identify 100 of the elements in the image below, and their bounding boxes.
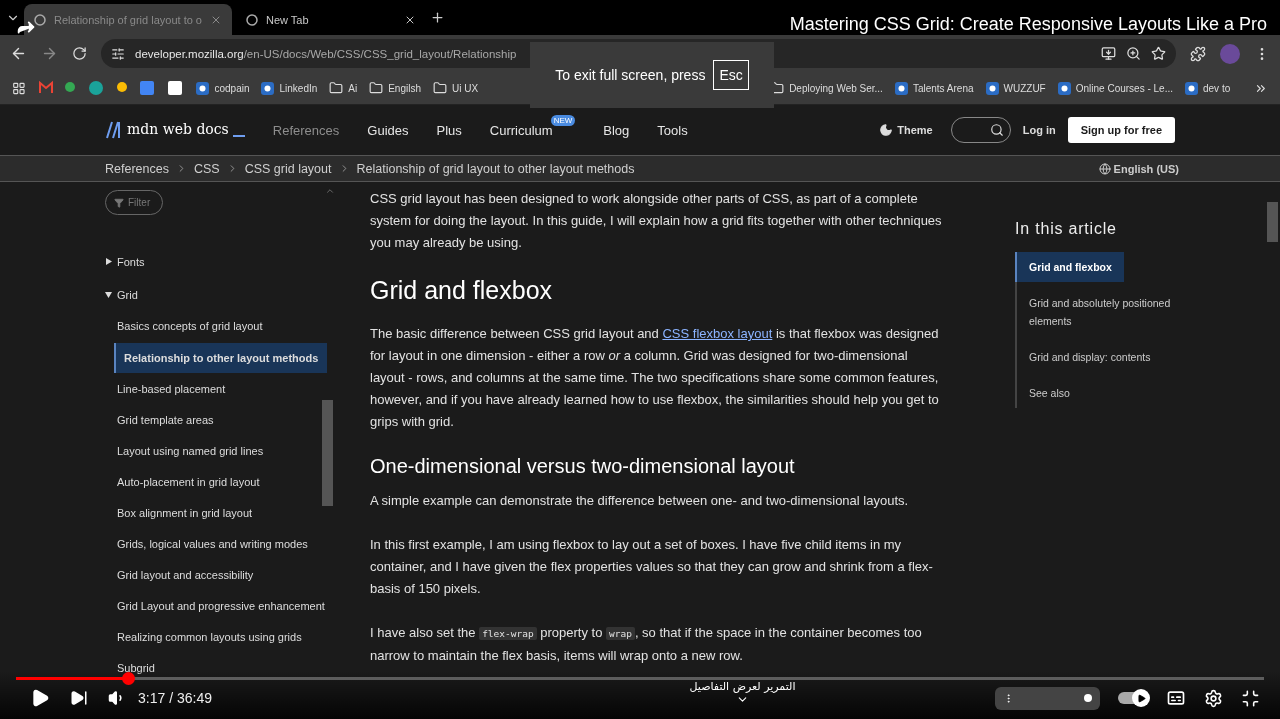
- tab-favicon-icon: [34, 13, 46, 26]
- language-pill[interactable]: [995, 686, 1100, 710]
- nav-link[interactable]: Plus: [436, 122, 462, 138]
- new-tab-icon[interactable]: [430, 10, 445, 25]
- sidebar-scrollbar[interactable]: [322, 400, 333, 506]
- sidebar-item[interactable]: Grid layout and accessibility: [117, 560, 254, 591]
- sidebar-item[interactable]: Basics concepts of grid layout: [117, 311, 263, 342]
- bookmark[interactable]: Engilsh: [369, 81, 421, 95]
- star-icon[interactable]: [1151, 46, 1166, 61]
- page-scrollbar[interactable]: [1267, 202, 1278, 242]
- nav-link[interactable]: Blog: [603, 122, 630, 138]
- cursor-mark-icon: [232, 135, 245, 137]
- nav-link[interactable]: Guides: [367, 122, 409, 138]
- subsection-heading: One-dimensional versus two-dimensional layout: [370, 455, 796, 478]
- bookmark[interactable]: Ai: [329, 81, 358, 95]
- settings-icon[interactable]: [1204, 688, 1223, 708]
- sidebar-item[interactable]: Realizing common layouts using grids: [117, 622, 302, 653]
- nav-link[interactable]: Curriculum: [489, 122, 553, 138]
- subtitles-icon[interactable]: [1166, 688, 1186, 708]
- sidebar-item[interactable]: Grid template areas: [117, 405, 214, 436]
- bookmark[interactable]: WUZZUF: [985, 81, 1046, 95]
- folder-icon: [329, 81, 344, 95]
- signup-button[interactable]: Sign up for free: [1067, 117, 1175, 143]
- browser-tab[interactable]: New Tab: [236, 4, 426, 35]
- language-button[interactable]: English (US): [1092, 161, 1185, 176]
- bookmark-icons-drawing[interactable]: [37, 80, 185, 96]
- sidebar-item[interactable]: Line-based placement: [117, 374, 226, 405]
- sidebar-item[interactable]: Box alignment in grid layout: [117, 498, 253, 529]
- apps-icon[interactable]: [12, 80, 26, 96]
- section-heading: Grid and flexbox: [370, 276, 554, 305]
- login-link[interactable]: Log in: [1022, 124, 1056, 136]
- new-badge: NEW: [550, 114, 576, 126]
- sidebar-item[interactable]: Grid: [117, 288, 138, 301]
- toc-link[interactable]: Grid and absolutely positioned elements: [1015, 288, 1195, 336]
- exit-fullscreen-icon[interactable]: [1241, 688, 1260, 708]
- toc-link[interactable]: Grid and display: contents: [1015, 342, 1163, 372]
- filter-icon: [114, 197, 124, 208]
- bookmark[interactable]: Talents Arena: [894, 81, 974, 95]
- site-icon: [1057, 81, 1071, 95]
- zoom-icon[interactable]: [1126, 46, 1141, 61]
- collapsed-triangle-icon[interactable]: [105, 258, 112, 265]
- site-icon: [894, 81, 908, 95]
- sidebar-item[interactable]: Fonts: [117, 255, 145, 268]
- play-icon: [1136, 693, 1146, 703]
- url-path: /en-US/docs/Web/CSS/CSS_grid_layout/Relationship: [243, 47, 517, 60]
- paragraph: I have also set the flex-wrap property to wrap , so that if the space in the container becomes too narrow to maintain the flex basis, items will wrap onto a new row.: [370, 624, 923, 665]
- next-icon[interactable]: [70, 689, 88, 707]
- breadcrumb-link[interactable]: CSS: [193, 161, 220, 176]
- sidebar-item[interactable]: Grid Layout and progressive enhancement: [117, 591, 325, 622]
- breadcrumb-link[interactable]: CSS grid layout: [244, 161, 332, 176]
- toast-text: To exit full screen, press: [555, 67, 706, 83]
- globe-icon: [1098, 162, 1111, 175]
- site-icon: [1185, 81, 1198, 95]
- install-icon[interactable]: [1101, 46, 1116, 61]
- esc-key: Esc: [713, 60, 749, 90]
- bookmark[interactable]: Ui UX: [433, 81, 479, 95]
- sidebar-item[interactable]: Relationship to other layout methods: [114, 343, 328, 373]
- paragraph: CSS grid layout has been designed to work alongside other parts of CSS, as part of a complete system for doing the layout. In this guide, I will explain how a grid fits together with other techniques you may already be using.: [370, 190, 943, 252]
- extensions-icon[interactable]: [1190, 45, 1206, 62]
- video-time: 3:17 / 36:49: [138, 690, 212, 706]
- toc-title: In this article: [1015, 220, 1118, 238]
- play-icon[interactable]: [30, 688, 50, 708]
- site-icon: [196, 81, 210, 95]
- bookmark[interactable]: LinkedIn: [261, 81, 318, 95]
- bookmark[interactable]: Online Courses - Le...: [1057, 81, 1173, 95]
- sidebar-item[interactable]: Layout using named grid lines: [117, 436, 264, 467]
- autoplay-toggle[interactable]: [1118, 692, 1148, 704]
- bookmark[interactable]: codpain: [196, 81, 250, 95]
- nav-link[interactable]: Tools: [657, 122, 688, 138]
- sidebar-item[interactable]: Auto-placement in grid layout: [117, 467, 260, 498]
- moon-icon: [879, 123, 894, 137]
- text-link[interactable]: CSS flexbox layout: [662, 326, 773, 341]
- mdn-logo-icon[interactable]: [105, 121, 123, 139]
- video-title: Mastering CSS Grid: Create Responsive Layouts Like a Pro: [789, 14, 1267, 35]
- bookmark[interactable]: dev to: [1185, 81, 1231, 95]
- expanded-triangle-icon[interactable]: [105, 291, 112, 298]
- sidebar-item[interactable]: Subgrid: [117, 653, 155, 684]
- back-icon[interactable]: [10, 45, 27, 62]
- breadcrumb-link[interactable]: Relationship of grid layout to other layout methods: [356, 161, 635, 176]
- scroll-hint: التمرير لعرض التفاصيل: [689, 680, 796, 693]
- toc-link[interactable]: See also: [1015, 378, 1082, 408]
- toc-link[interactable]: Grid and flexbox: [1015, 252, 1124, 282]
- folder-icon: [369, 81, 384, 95]
- progress-track[interactable]: [16, 677, 1264, 680]
- reload-icon[interactable]: [72, 46, 87, 61]
- forward-icon[interactable]: [41, 45, 58, 62]
- breadcrumb-link[interactable]: References: [105, 161, 169, 176]
- paragraph: A simple example can demonstrate the difference between one- and two-dimensional layouts.: [370, 492, 910, 510]
- sidebar-item[interactable]: Grids, logical values and writing modes: [117, 529, 308, 560]
- url-host: developer.mozilla.org: [135, 47, 244, 60]
- site-icon: [985, 81, 999, 95]
- dot-icon: [1084, 694, 1092, 702]
- logo-text[interactable]: mdn web docs: [127, 121, 229, 139]
- site-info-icon[interactable]: [111, 46, 125, 61]
- nav-link[interactable]: References: [272, 122, 340, 138]
- theme-button[interactable]: Theme: [873, 122, 939, 138]
- site-icon: [261, 81, 275, 95]
- tab-title: New Tab: [266, 13, 310, 26]
- folder-icon: [433, 81, 447, 95]
- progress-handle[interactable]: [122, 672, 136, 685]
